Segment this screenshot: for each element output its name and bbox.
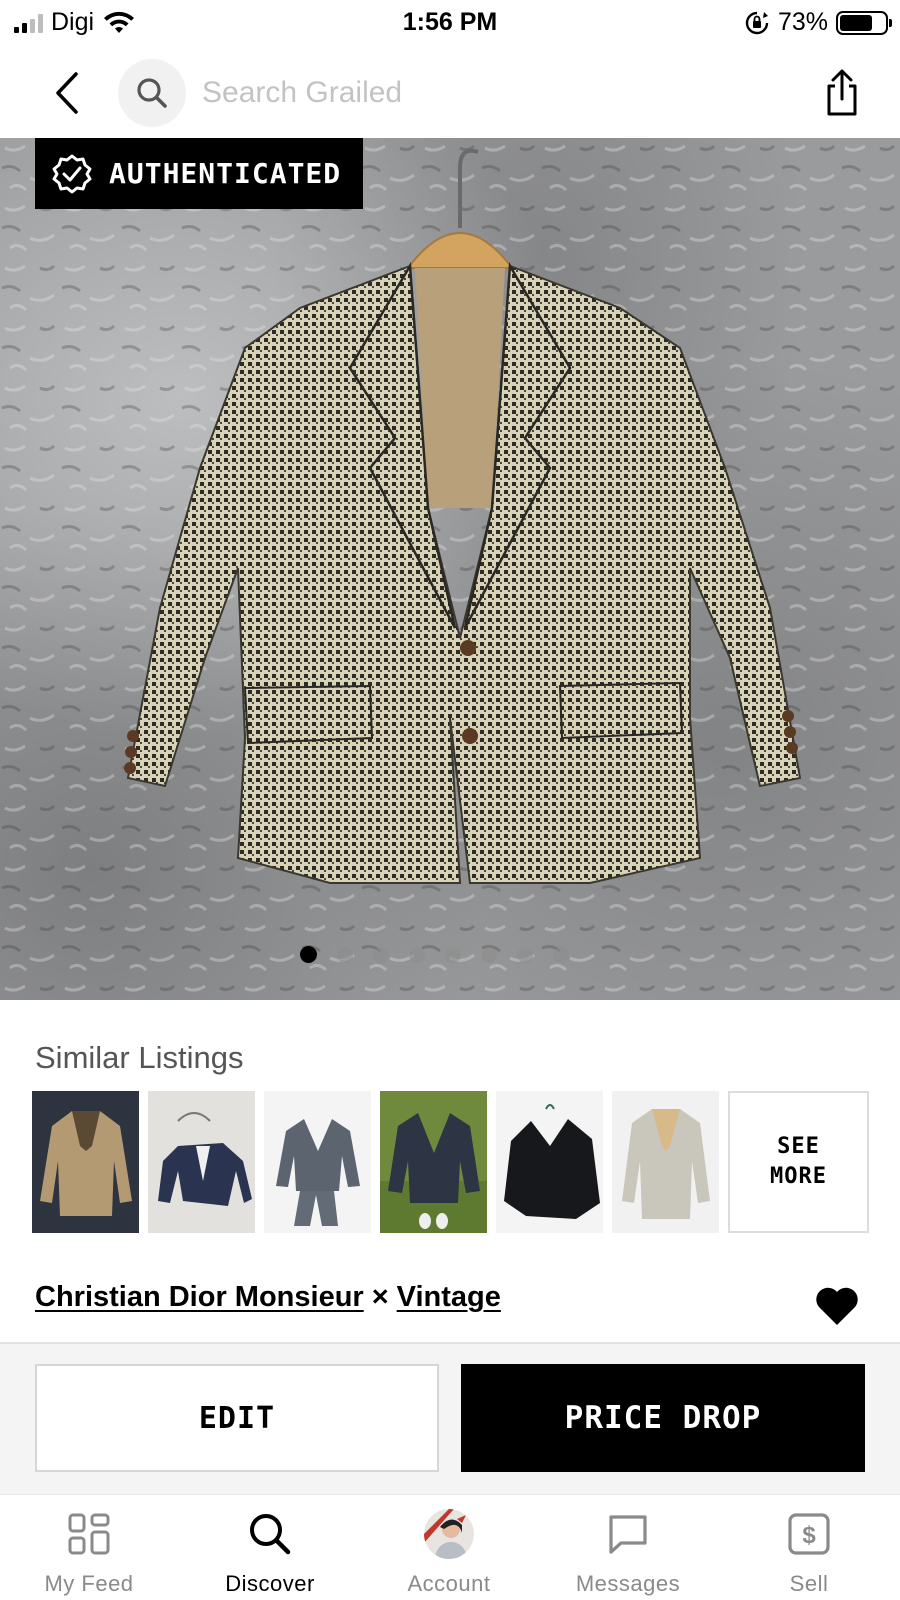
- svg-text:$: $: [802, 1522, 816, 1549]
- search-icon: [137, 78, 167, 108]
- share-button[interactable]: [820, 68, 864, 118]
- listing-designers: Christian Dior Monsieur × Vintage: [35, 1281, 501, 1314]
- search-icon: [245, 1509, 295, 1559]
- tab-sell[interactable]: $ Sell: [729, 1509, 889, 1597]
- similar-listing-image: [496, 1091, 603, 1233]
- search-input[interactable]: [202, 76, 742, 110]
- carousel-pagination[interactable]: [300, 946, 569, 963]
- carousel-dot[interactable]: [373, 946, 389, 963]
- authenticated-label: AUTHENTICATED: [109, 157, 342, 190]
- carousel-dot[interactable]: [481, 946, 497, 963]
- similar-listing-image: [380, 1091, 487, 1233]
- similar-listing-image: [264, 1091, 371, 1233]
- listing-photo-carousel[interactable]: AUTHENTICATED: [0, 138, 900, 1000]
- listing-action-bar: EDIT PRICE DROP: [0, 1342, 900, 1494]
- avatar: [424, 1509, 474, 1559]
- dollar-tag-icon: $: [784, 1509, 834, 1559]
- designer-link-vintage[interactable]: Vintage: [397, 1281, 501, 1314]
- tab-label: Sell: [789, 1571, 829, 1596]
- chat-bubble-icon: [603, 1509, 653, 1559]
- orientation-lock-icon: [745, 11, 769, 34]
- top-nav-bar: [0, 50, 900, 138]
- verified-badge-icon: [52, 154, 92, 193]
- price-drop-button[interactable]: PRICE DROP: [461, 1364, 865, 1472]
- similar-listing-thumb[interactable]: [264, 1091, 371, 1233]
- battery-percent: 73%: [777, 8, 828, 36]
- tab-label: My Feed: [44, 1571, 134, 1596]
- edit-button[interactable]: EDIT: [35, 1364, 439, 1472]
- status-bar: Digi 1:56 PM 73%: [0, 0, 900, 46]
- carousel-dot[interactable]: [300, 946, 317, 963]
- tab-label: Messages: [575, 1571, 681, 1596]
- similar-listings-title: Similar Listings: [35, 1040, 244, 1075]
- similar-listing-thumb[interactable]: [496, 1091, 603, 1233]
- similar-listing-thumb[interactable]: [32, 1091, 139, 1233]
- see-more-button[interactable]: SEE MORE: [728, 1091, 869, 1233]
- chevron-left-icon: [56, 72, 78, 114]
- tab-messages[interactable]: Messages: [548, 1509, 708, 1597]
- similar-listing-image: [612, 1091, 719, 1233]
- tab-label: Account: [407, 1571, 491, 1596]
- bottom-tab-bar: My Feed Discover Account Messages $ Sell: [0, 1494, 900, 1600]
- share-icon: [827, 69, 857, 116]
- battery-icon: [836, 10, 892, 35]
- tab-account[interactable]: Account: [369, 1509, 529, 1597]
- tab-label: Discover: [225, 1571, 315, 1596]
- see-more-label: SEE MORE: [770, 1134, 827, 1189]
- search-bar[interactable]: [118, 58, 778, 128]
- carousel-dot[interactable]: [517, 946, 533, 963]
- similar-listings-row: SEE MORE: [32, 1091, 869, 1233]
- designer-link-christian-dior-monsieur[interactable]: Christian Dior Monsieur: [35, 1281, 364, 1314]
- tab-discover[interactable]: Discover: [190, 1509, 350, 1597]
- status-right: 73%: [744, 8, 892, 37]
- carousel-dot[interactable]: [409, 946, 425, 963]
- search-icon-wrapper: [118, 59, 186, 127]
- feed-grid-icon: [64, 1509, 114, 1559]
- similar-listing-image: [32, 1091, 139, 1233]
- similar-listing-thumb[interactable]: [148, 1091, 255, 1233]
- carousel-dot[interactable]: [337, 946, 353, 963]
- battery-level-fill: [840, 14, 873, 31]
- similar-listing-image: [148, 1091, 255, 1233]
- carousel-dot[interactable]: [445, 946, 461, 963]
- carousel-dot[interactable]: [553, 946, 569, 963]
- tab-my-feed[interactable]: My Feed: [9, 1509, 169, 1597]
- similar-listing-thumb[interactable]: [380, 1091, 487, 1233]
- back-button[interactable]: [46, 68, 90, 118]
- similar-listing-thumb[interactable]: [612, 1091, 719, 1233]
- designer-separator: ×: [371, 1281, 389, 1313]
- jacket-photo: [0, 138, 900, 1000]
- authenticated-badge: AUTHENTICATED: [35, 138, 363, 209]
- favorite-heart-icon[interactable]: [814, 1285, 860, 1327]
